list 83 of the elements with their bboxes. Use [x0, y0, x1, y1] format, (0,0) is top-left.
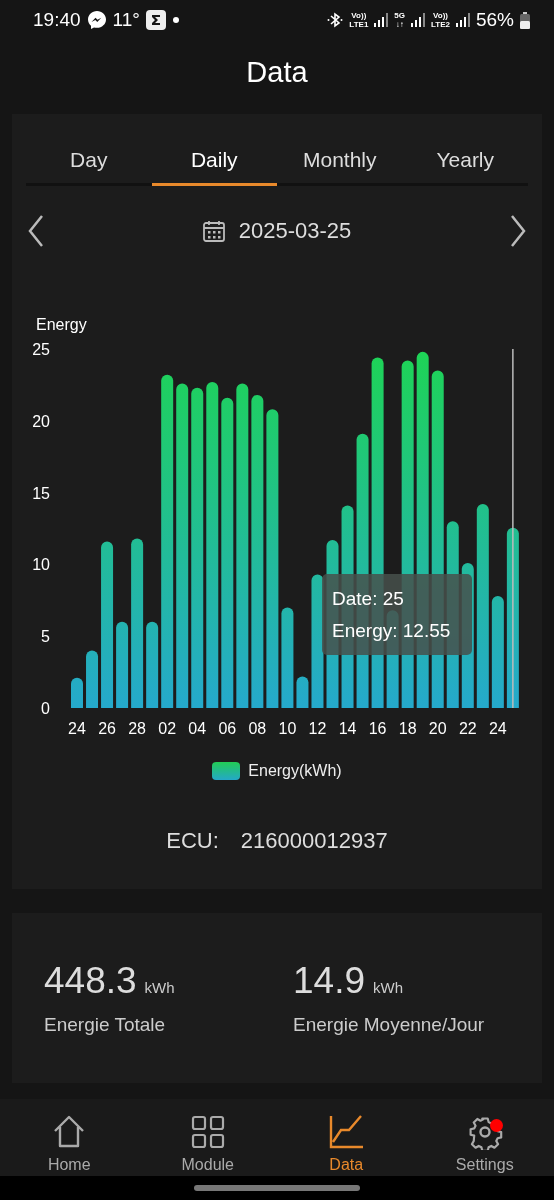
energy-bar[interactable] [281, 607, 294, 708]
stat-label: Energie Moyenne/Jour [293, 1014, 486, 1036]
y-tick-label: 25 [32, 341, 50, 358]
messenger-icon [86, 10, 107, 30]
y-tick-label: 10 [32, 556, 50, 574]
ecu-label: ECU: [166, 828, 219, 854]
period-tab[interactable]: Day [26, 136, 152, 186]
y-tick-label: 15 [32, 484, 50, 502]
energy-bar[interactable] [221, 397, 234, 708]
x-tick-label: 06 [218, 720, 237, 737]
stat-label: Energie Totale [44, 1014, 167, 1036]
energy-bar[interactable] [101, 541, 114, 708]
temperature-text: 11° [112, 9, 140, 31]
x-tick-label: 24 [68, 720, 86, 737]
energy-bar[interactable] [491, 596, 504, 708]
y-tick-label: 20 [32, 412, 50, 430]
ecu-value: 216000012937 [240, 828, 388, 854]
energy-bar[interactable] [176, 383, 189, 708]
period-tab[interactable]: Yearly [402, 136, 528, 186]
clock-time: 19:40 [33, 9, 81, 31]
line-chart-icon [328, 1114, 365, 1150]
stat-unit: kWh [144, 979, 175, 996]
x-tick-label: 24 [488, 720, 507, 737]
network-subtype-text: ↓↑ [395, 20, 404, 29]
battery-icon [520, 11, 530, 29]
energy-bar[interactable] [71, 677, 83, 708]
y-axis-title: Energy [36, 316, 87, 333]
energy-bar[interactable] [266, 409, 279, 708]
energy-bar[interactable] [146, 621, 159, 708]
energy-bar[interactable] [131, 538, 144, 708]
signal-icon [411, 13, 425, 27]
x-tick-label: 10 [278, 720, 297, 737]
signal-icon [374, 13, 389, 27]
energy-bar[interactable] [206, 382, 219, 708]
grid-icon [189, 1114, 226, 1150]
y-tick-label: 0 [41, 700, 50, 717]
network-type-text: Vo)) [433, 11, 448, 20]
stat-value: 14.9 [293, 960, 365, 1002]
date-value[interactable]: 2025-03-25 [238, 218, 352, 244]
tooltip-text: Energy: 12.55 [332, 619, 452, 642]
energy-bar[interactable] [296, 676, 309, 708]
calendar-icon [202, 220, 225, 242]
nav-item[interactable]: Data [277, 1099, 416, 1176]
battery-percent: 56% [475, 9, 514, 31]
network-type-text: Vo)) [351, 11, 367, 20]
x-tick-label: 22 [458, 720, 477, 737]
stat-value: 448.3 [44, 960, 137, 1002]
screen-title: Data [246, 55, 308, 89]
notification-dot-icon [171, 16, 180, 24]
period-tab[interactable]: Daily [151, 136, 277, 186]
tooltip-text: Date: 25 [332, 587, 405, 610]
energy-bar[interactable] [236, 383, 249, 708]
energy-bar[interactable] [191, 387, 204, 708]
x-tick-label: 28 [128, 720, 146, 737]
network-subtype-text: LTE2 [431, 20, 450, 29]
bluetooth-icon [327, 11, 344, 29]
legend-swatch [212, 762, 241, 780]
x-tick-label: 20 [428, 720, 447, 737]
sigma-app-icon [145, 10, 166, 30]
energy-bar[interactable] [161, 374, 174, 708]
nav-item[interactable]: Home [0, 1099, 139, 1176]
energy-bar[interactable] [476, 504, 489, 708]
nav-item[interactable]: Settings [415, 1099, 554, 1176]
nav-item[interactable]: Module [138, 1099, 277, 1176]
stat-unit: kWh [373, 979, 403, 996]
period-tab[interactable]: Monthly [277, 136, 403, 186]
x-tick-label: 12 [308, 720, 327, 737]
x-tick-label: 04 [188, 720, 207, 737]
x-tick-label: 26 [98, 720, 116, 737]
x-tick-label: 02 [158, 720, 177, 737]
x-tick-label: 14 [338, 720, 357, 737]
x-tick-label: 08 [248, 720, 267, 737]
energy-bar[interactable] [311, 574, 324, 708]
signal-icon [455, 13, 470, 27]
energy-bar[interactable] [116, 621, 129, 708]
x-tick-label: 16 [368, 720, 387, 737]
network-subtype-text: LTE1 [349, 20, 369, 29]
y-tick-label: 5 [41, 628, 50, 646]
energy-bar[interactable] [86, 650, 99, 708]
legend-label: Energy(kWh) [248, 762, 342, 780]
energy-bar[interactable] [251, 394, 264, 708]
network-type-text: 5G [394, 11, 405, 20]
x-tick-label: 18 [398, 720, 417, 737]
